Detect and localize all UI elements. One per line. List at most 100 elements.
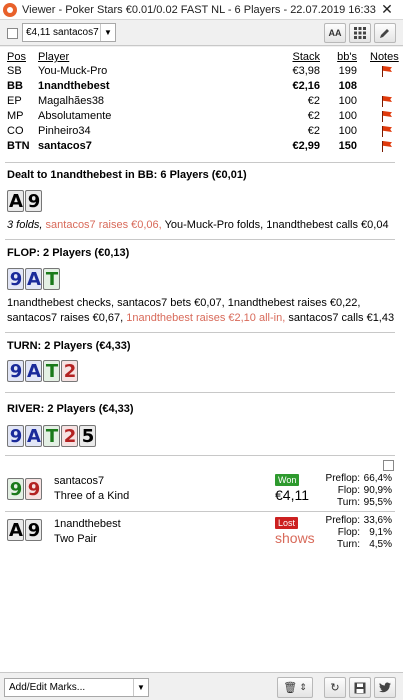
save-button[interactable]: [349, 677, 371, 698]
winner-name: santacos7: [54, 475, 105, 487]
stat-value: 33,6%: [363, 515, 392, 526]
note-flag-icon[interactable]: [382, 96, 394, 107]
card-ace-diamonds: A: [25, 268, 42, 290]
divider: [5, 511, 395, 512]
table-row[interactable]: CO Pinheiro34 €2 100: [0, 124, 403, 139]
player-pos: BB: [7, 80, 23, 92]
close-window-button[interactable]: ✕: [377, 0, 397, 20]
player-stack: €2: [307, 110, 320, 122]
action-raise: santacos7 raises €0,06,: [45, 219, 162, 231]
player-pos: SB: [7, 65, 22, 77]
loser-cards: A 9: [7, 519, 43, 541]
delete-button[interactable]: 🗑 ⇕: [277, 677, 313, 698]
edit-button[interactable]: [374, 23, 396, 43]
header-player[interactable]: Player: [38, 51, 69, 63]
player-stack: €2,99: [292, 140, 320, 152]
lost-badge: Lost: [275, 517, 299, 529]
note-flag-icon[interactable]: [382, 141, 394, 152]
note-flag-icon[interactable]: [382, 66, 394, 77]
divider: [5, 332, 395, 333]
grid-view-button[interactable]: [349, 23, 371, 43]
title-bar: Viewer - Poker Stars €0.01/0.02 FAST NL …: [0, 0, 403, 20]
marks-select[interactable]: Add/Edit Marks... ▼: [4, 678, 149, 697]
card-nine-spades: 9: [25, 519, 42, 541]
player-name: 1nandthebest: [38, 80, 110, 92]
result-checkbox[interactable]: [383, 460, 394, 471]
card-nine-spades: 9: [25, 190, 42, 212]
action-all-in: 1nandthebest raises €2,10 all-in,: [126, 312, 286, 324]
player-select-value: €4,11 santacos7: [26, 27, 99, 38]
header-stack[interactable]: Stack: [292, 51, 320, 63]
divider: [5, 392, 395, 393]
card-five-spades: 5: [79, 425, 96, 447]
river-cards: 9 A T 2 5: [7, 425, 97, 447]
player-name: You-Muck-Pro: [38, 65, 108, 77]
card-nine-hearts: 9: [25, 478, 42, 500]
turn-cards: 9 A T 2: [7, 360, 79, 382]
sort-icon: ⇕: [299, 682, 307, 692]
header-pos[interactable]: Pos: [7, 51, 26, 63]
flop-action: 1nandthebest checks, santacos7 bets €0,0…: [7, 296, 399, 326]
player-pos: MP: [7, 110, 24, 122]
twitter-button[interactable]: [374, 677, 396, 698]
player-bbs: 199: [338, 65, 357, 77]
divider: [5, 162, 395, 163]
loser-hand: Two Pair: [54, 533, 97, 545]
table-row[interactable]: SB You-Muck-Pro €3,98 199: [0, 64, 403, 79]
player-bbs: 100: [338, 95, 357, 107]
winner-cards: 9 9: [7, 478, 43, 500]
pencil-icon: [380, 29, 389, 38]
grid-icon: [354, 27, 366, 39]
player-stack: €2: [307, 125, 320, 137]
divider: [5, 239, 395, 240]
player-stack: €2: [307, 95, 320, 107]
card-ten-clubs: T: [43, 268, 60, 290]
player-name: Pinheiro34: [38, 125, 91, 137]
font-size-button[interactable]: AA: [324, 23, 346, 43]
note-flag-icon[interactable]: [382, 111, 394, 122]
shows-label: shows: [275, 530, 315, 546]
action-folds: 3 folds,: [7, 219, 43, 231]
window-title: Viewer - Poker Stars €0.01/0.02 FAST NL …: [22, 3, 376, 16]
stat-value: 4,5%: [369, 539, 392, 550]
chevron-down-icon: ▼: [133, 679, 148, 696]
player-name: Magalhães38: [38, 95, 105, 107]
note-flag-icon[interactable]: [382, 126, 394, 137]
toolbar: €4,11 santacos7 ▼ AA: [0, 20, 403, 46]
preflop-action: 3 folds, santacos7 raises €0,06, You-Muc…: [7, 218, 399, 233]
player-stack: €3,98: [292, 65, 320, 77]
flop-title: FLOP: 2 Players (€0,13): [7, 247, 130, 259]
won-badge: Won: [275, 474, 300, 486]
card-ten-clubs: T: [43, 360, 60, 382]
divider: [5, 455, 395, 456]
select-checkbox[interactable]: [7, 28, 18, 39]
action-part-2: santacos7 calls €1,43: [288, 312, 395, 324]
trash-icon: 🗑: [283, 682, 298, 694]
card-ten-clubs: T: [43, 425, 60, 447]
card-nine-diamonds: 9: [7, 425, 24, 447]
table-row[interactable]: MP Absolutamente €2 100: [0, 109, 403, 124]
player-stack: €2,16: [292, 80, 320, 92]
marks-select-value: Add/Edit Marks...: [9, 682, 86, 693]
table-row[interactable]: BB 1nandthebest €2,16 108: [0, 79, 403, 94]
header-bbs[interactable]: bb's: [337, 51, 357, 63]
card-ace-spades: A: [7, 519, 24, 541]
card-two-hearts: 2: [61, 360, 78, 382]
stat-value: 66,4%: [363, 473, 392, 484]
card-nine-clubs: 9: [7, 478, 24, 500]
player-pos: BTN: [7, 140, 30, 152]
replay-button[interactable]: ↻: [324, 677, 346, 698]
player-bbs: 150: [338, 140, 357, 152]
hand-history-panel: Pos Player Stack bb's Notes SB You-Muck-…: [0, 47, 403, 672]
action-rest: You-Muck-Pro folds, 1nandthebest calls €…: [164, 219, 389, 231]
table-row[interactable]: BTN santacos7 €2,99 150: [0, 139, 403, 154]
card-ace-diamonds: A: [25, 360, 42, 382]
card-ace-diamonds: A: [25, 425, 42, 447]
player-pos: CO: [7, 125, 24, 137]
header-notes[interactable]: Notes: [370, 51, 399, 63]
table-header: Pos Player Stack bb's Notes: [0, 50, 403, 65]
player-select[interactable]: €4,11 santacos7 ▼: [22, 23, 116, 42]
stat-value: 90,9%: [363, 485, 392, 496]
player-bbs: 108: [338, 80, 357, 92]
table-row[interactable]: EP Magalhães38 €2 100: [0, 94, 403, 109]
